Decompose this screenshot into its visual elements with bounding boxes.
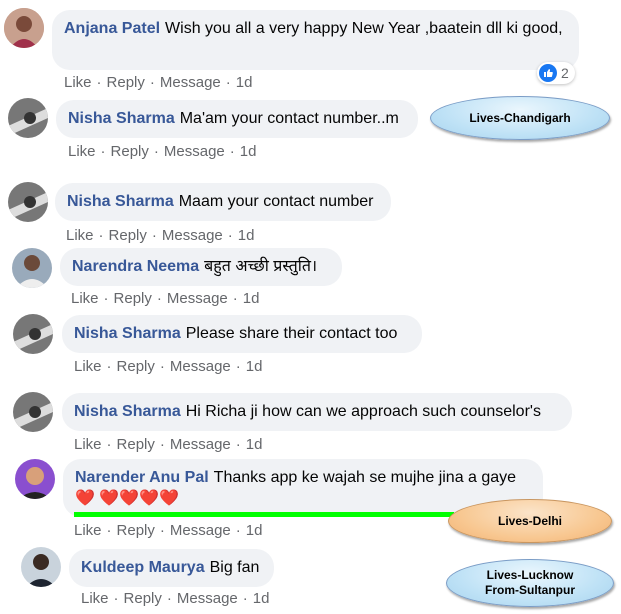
comment-actions: Like · Reply · Message · 1d <box>71 290 260 307</box>
like-link[interactable]: Like <box>71 290 99 307</box>
like-link[interactable]: Like <box>64 74 92 91</box>
like-icon <box>539 64 557 82</box>
reply-link[interactable]: Reply <box>114 290 152 307</box>
avatar[interactable] <box>13 392 53 432</box>
like-link[interactable]: Like <box>66 227 94 244</box>
location-annotation: Lives-Chandigarh <box>430 96 610 140</box>
reply-link[interactable]: Reply <box>107 74 145 91</box>
comment-bubble: Nisha Sharma Ma'am your contact number..m <box>56 100 418 138</box>
reaction-summary[interactable]: 2 <box>537 62 575 84</box>
commenter-name[interactable]: Anjana Patel <box>64 20 160 37</box>
comment-actions: Like · Reply · Message · 1d <box>64 74 253 91</box>
avatar[interactable] <box>15 459 55 499</box>
message-link[interactable]: Message <box>170 358 231 375</box>
commenter-name[interactable]: Narender Anu Pal <box>75 469 209 486</box>
avatar-photo <box>21 547 61 587</box>
comment-actions: Like · Reply · Message · 1d <box>74 358 263 375</box>
commenter-name[interactable]: Nisha Sharma <box>68 110 175 127</box>
avatar-photo <box>13 392 53 432</box>
comment-actions: Like · Reply · Message · 1d <box>68 143 257 160</box>
message-link[interactable]: Message <box>160 74 221 91</box>
avatar[interactable] <box>21 547 61 587</box>
commenter-name[interactable]: Kuldeep Maurya <box>81 559 205 576</box>
message-link[interactable]: Message <box>162 227 223 244</box>
reply-link[interactable]: Reply <box>109 227 147 244</box>
reply-link[interactable]: Reply <box>117 358 155 375</box>
comment-actions: Like · Reply · Message · 1d <box>81 590 270 607</box>
reply-link[interactable]: Reply <box>124 590 162 607</box>
avatar-photo <box>15 459 55 499</box>
annotation-text: Lives-Delhi <box>497 513 563 528</box>
commenter-name[interactable]: Nisha Sharma <box>74 325 181 342</box>
comment-text: Hi Richa ji how can we approach such cou… <box>185 403 541 420</box>
annotation-text-line2: From-Sultanpur <box>485 583 575 597</box>
timestamp[interactable]: 1d <box>246 358 263 375</box>
comment-bubble: Anjana Patel Wish you all a very happy Ne… <box>52 10 579 70</box>
highlight-underline <box>74 512 454 517</box>
avatar-photo <box>8 182 48 222</box>
comment-bubble: Nisha Sharma Hi Richa ji how can we appro… <box>62 393 572 431</box>
message-link[interactable]: Message <box>167 290 228 307</box>
reply-link[interactable]: Reply <box>117 522 155 539</box>
comment-text: Thanks app ke wajah se mujhe jina a gaye <box>213 469 517 486</box>
comment-bubble: Nisha Sharma Please share their contact t… <box>62 315 422 353</box>
comment-bubble: Kuldeep Maurya Big fan <box>69 549 274 587</box>
avatar-photo <box>13 314 53 354</box>
timestamp[interactable]: 1d <box>240 143 257 160</box>
avatar-photo <box>8 98 48 138</box>
annotation-text: Lives-Chandigarh <box>469 110 571 125</box>
comment-text: Please share their contact too <box>185 325 398 342</box>
timestamp[interactable]: 1d <box>253 590 270 607</box>
commenter-name[interactable]: Nisha Sharma <box>67 193 174 210</box>
message-link[interactable]: Message <box>164 143 225 160</box>
comment-actions: Like · Reply · Message · 1d <box>74 436 263 453</box>
timestamp[interactable]: 1d <box>243 290 260 307</box>
comment-text: Maam your contact number <box>178 193 374 210</box>
avatar[interactable] <box>4 8 44 48</box>
message-link[interactable]: Message <box>170 436 231 453</box>
comment-text: Ma'am your contact number..m <box>179 110 399 127</box>
message-link[interactable]: Message <box>170 522 231 539</box>
comment-text: Big fan <box>209 559 260 576</box>
comment-text: बहुत अच्छी प्रस्तुति। <box>204 258 318 275</box>
reply-link[interactable]: Reply <box>111 143 149 160</box>
commenter-name[interactable]: Nisha Sharma <box>74 403 181 420</box>
timestamp[interactable]: 1d <box>246 522 263 539</box>
comment-actions: Like · Reply · Message · 1d <box>74 522 263 539</box>
avatar-photo <box>4 8 44 48</box>
avatar-photo <box>12 248 52 288</box>
like-link[interactable]: Like <box>74 522 102 539</box>
location-annotation: Lives-Delhi <box>448 499 612 543</box>
avatar[interactable] <box>8 182 48 222</box>
annotation-text-line1: Lives-Lucknow <box>486 568 574 582</box>
like-link[interactable]: Like <box>81 590 109 607</box>
comment-actions: Like · Reply · Message · 1d <box>66 227 255 244</box>
avatar[interactable] <box>12 248 52 288</box>
commenter-name[interactable]: Narendra Neema <box>72 258 199 275</box>
message-link[interactable]: Message <box>177 590 238 607</box>
like-link[interactable]: Like <box>74 358 102 375</box>
heart-emojis: ❤️ ❤️❤️❤️❤️ <box>75 490 180 507</box>
reaction-count: 2 <box>561 65 569 81</box>
reply-link[interactable]: Reply <box>117 436 155 453</box>
timestamp[interactable]: 1d <box>246 436 263 453</box>
comment-bubble: Narendra Neema बहुत अच्छी प्रस्तुति। <box>60 248 342 286</box>
timestamp[interactable]: 1d <box>236 74 253 91</box>
like-link[interactable]: Like <box>74 436 102 453</box>
avatar[interactable] <box>13 314 53 354</box>
location-annotation: Lives-Lucknow From-Sultanpur <box>446 559 614 607</box>
comment-text: Wish you all a very happy New Year ,baat… <box>165 20 563 37</box>
timestamp[interactable]: 1d <box>238 227 255 244</box>
like-link[interactable]: Like <box>68 143 96 160</box>
avatar[interactable] <box>8 98 48 138</box>
comment-bubble: Nisha Sharma Maam your contact number <box>55 183 391 221</box>
